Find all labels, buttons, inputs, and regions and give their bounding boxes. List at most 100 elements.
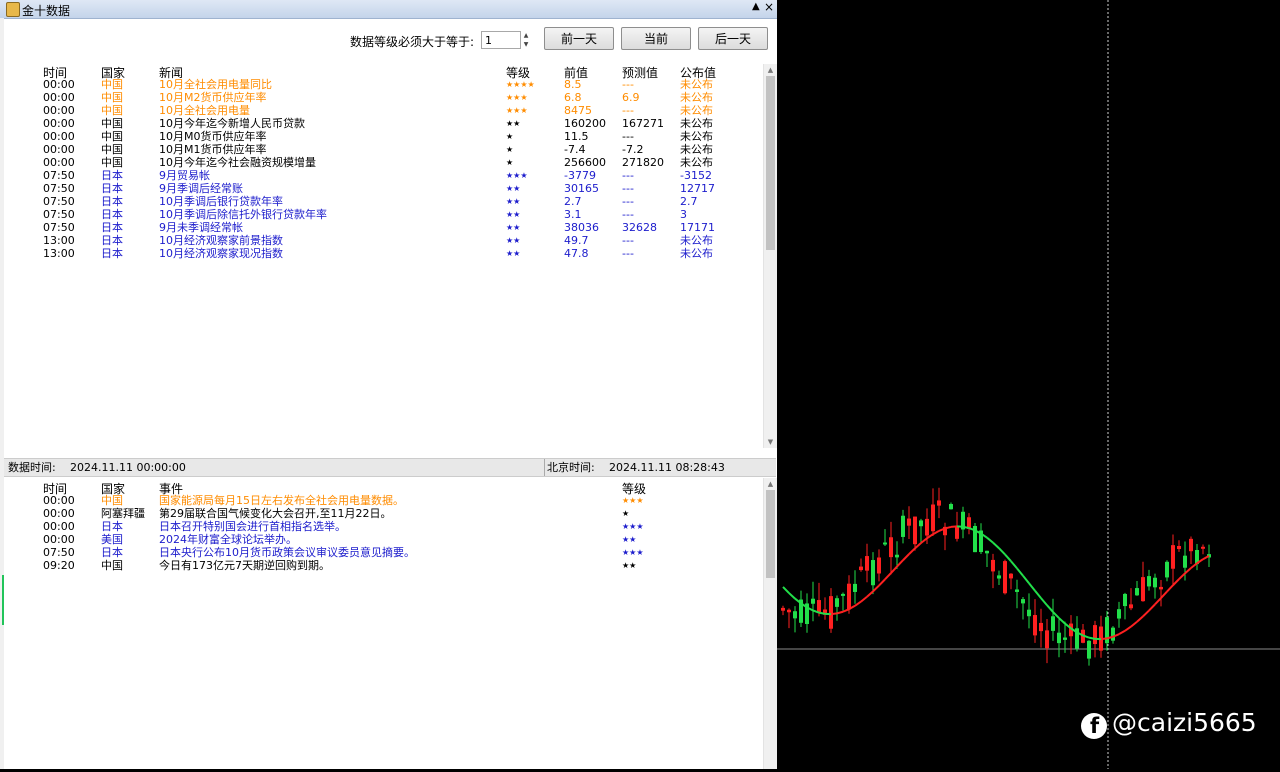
candle-body [1165,562,1169,578]
news-cell-actual: 17171 [680,221,715,234]
event-cell-event: 日本央行公布10月货币政策会议审议委员意见摘要。 [159,546,415,559]
scroll-thumb[interactable] [766,76,775,250]
candle-body [895,555,899,558]
news-cell-country: 日本 [101,221,123,234]
news-cell-actual: 未公布 [680,143,713,156]
scroll-thumb[interactable] [766,490,775,578]
beijing-time-label: 北京时间: [547,459,595,476]
data-time-value: 2024.11.11 00:00:00 [70,459,186,476]
news-cell-level: ★ [506,143,513,156]
news-cell-time: 00:00 [43,143,75,156]
event-cell-time: 00:00 [43,507,75,520]
candle-body [889,537,893,557]
candle-body [985,551,989,554]
candle-body [835,598,839,607]
pin-icon[interactable]: ▲ [752,1,760,12]
news-cell-forecast: -7.2 [622,143,643,156]
status-bar: 数据时间: 2024.11.11 00:00:00 北京时间: 2024.11.… [4,458,776,477]
news-cell-time: 00:00 [43,130,75,143]
level-filter-input[interactable] [481,31,521,49]
news-cell-prev: 3.1 [564,208,582,221]
news-cell-forecast: 271820 [622,156,664,169]
news-cell-prev: 8.5 [564,78,582,91]
chart-watermark: @caizi5665 [1112,708,1257,737]
news-cell-forecast: --- [622,78,634,91]
candle-body [1123,594,1127,606]
ma-line [903,554,909,560]
level-spinner[interactable]: ▲▼ [521,31,531,49]
candle-body [1009,574,1013,579]
news-cell-forecast: --- [622,169,634,182]
spin-down-icon[interactable]: ▼ [521,40,531,49]
news-cell-level: ★★ [506,117,520,130]
scroll-down-icon[interactable]: ▼ [764,436,777,448]
candle-body [1159,587,1163,589]
event-cell-time: 00:00 [43,533,75,546]
candle-body [925,519,929,536]
candle-body [847,584,851,610]
news-cell-actual: 未公布 [680,156,713,169]
event-cell-country: 日本 [101,546,123,559]
prev-day-button[interactable]: 前一天 [544,27,614,50]
candle-body [1093,625,1097,644]
candle-body [1033,615,1037,635]
event-cell-event: 日本召开特别国会进行首相指名选举。 [159,520,346,533]
events-scrollbar[interactable]: ▲ [763,478,777,769]
news-cell-forecast: 6.9 [622,91,640,104]
news-cell-prev: 38036 [564,221,599,234]
candle-body [1153,578,1157,588]
news-cell-level: ★★ [506,234,520,247]
news-cell-forecast: --- [622,104,634,117]
news-cell-prev: 49.7 [564,234,589,247]
candle-body [1147,576,1151,586]
candlestick-chart[interactable] [777,0,1280,769]
news-cell-prev: 11.5 [564,130,589,143]
ma-line [987,538,993,543]
news-cell-news: 9月未季调经常帐 [159,221,243,234]
news-scrollbar[interactable]: ▲ ▼ [763,64,777,448]
news-cell-prev: 256600 [564,156,606,169]
news-cell-news: 10月全社会用电量 [159,104,250,117]
candle-body [1171,545,1175,569]
news-cell-actual: 未公布 [680,130,713,143]
news-cell-time: 07:50 [43,208,75,221]
news-cell-news: 10月全社会用电量同比 [159,78,272,91]
news-cell-forecast: 167271 [622,117,664,130]
scroll-up-icon[interactable]: ▲ [764,64,777,76]
news-cell-forecast: --- [622,234,634,247]
news-cell-news: 9月季调后经常账 [159,182,243,195]
next-day-button[interactable]: 后一天 [698,27,768,50]
ma-line [1089,638,1095,639]
news-cell-level: ★★ [506,247,520,260]
news-cell-prev: 8475 [564,104,592,117]
ma-line [783,587,789,593]
ma-line [855,602,861,606]
candle-body [1057,633,1061,643]
news-cell-actual: -3152 [680,169,712,182]
candle-body [919,520,923,526]
news-cell-time: 00:00 [43,104,75,117]
news-cell-news: 10月今年迄今新增人民币贷款 [159,117,305,130]
close-icon[interactable]: × [764,0,774,14]
ma-line [1023,576,1029,584]
event-cell-level: ★ [622,507,629,520]
news-cell-news: 10月季调后银行贷款年率 [159,195,283,208]
news-cell-actual: 未公布 [680,234,713,247]
news-cell-country: 日本 [101,169,123,182]
candle-body [817,600,821,613]
ma-line [1137,616,1143,621]
scroll-up-icon[interactable]: ▲ [764,478,777,490]
candle-body [1015,589,1019,591]
candle-body [1177,546,1181,549]
ma-line [837,612,843,614]
spin-up-icon[interactable]: ▲ [521,31,531,40]
price-chart[interactable] [777,0,1280,769]
news-table: 时间 国家 新闻 等级 前值 预测值 公布值 00:00中国10月全社会用电量同… [0,64,762,454]
news-cell-prev: -3779 [564,169,596,182]
event-cell-event: 今日有173亿元7天期逆回购到期。 [159,559,330,572]
news-cell-prev: 2.7 [564,195,582,208]
news-cell-time: 00:00 [43,91,75,104]
news-cell-country: 中国 [101,78,123,91]
today-button[interactable]: 当前 [621,27,691,50]
news-cell-time: 13:00 [43,247,75,260]
